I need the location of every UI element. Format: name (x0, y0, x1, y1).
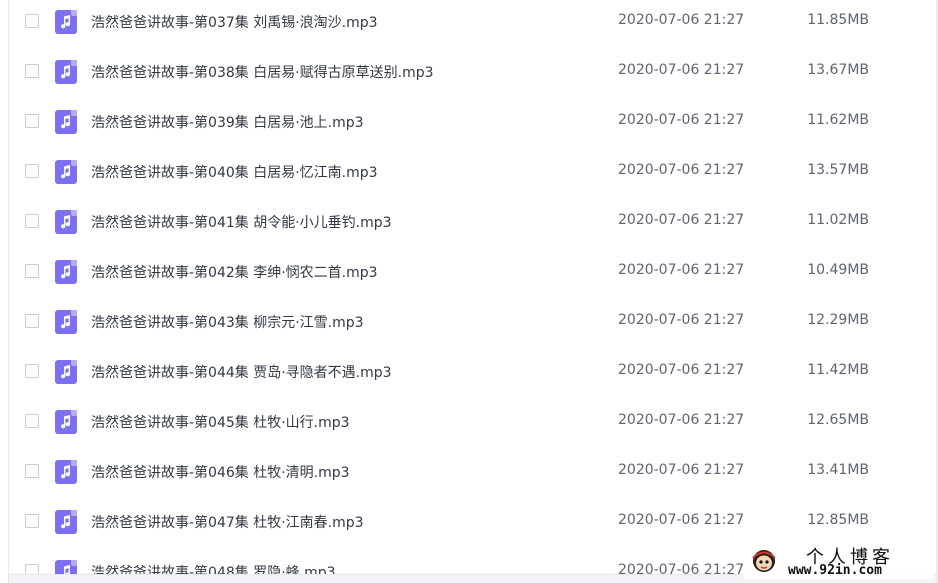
music-file-icon (55, 210, 77, 234)
file-modified-date: 2020-07-06 21:27 (618, 412, 745, 428)
row-checkbox[interactable] (25, 214, 39, 228)
music-file-icon (55, 60, 77, 84)
watermark-logo-icon (752, 550, 776, 572)
file-row[interactable]: 浩然爸爸讲故事-第047集 杜牧·江南春.mp3 2020-07-06 21:2… (9, 497, 936, 547)
music-file-icon (55, 260, 77, 284)
row-checkbox[interactable] (25, 314, 39, 328)
file-list-window: 浩然爸爸讲故事-第037集 刘禹锡·浪淘沙.mp3 2020-07-06 21:… (0, 0, 938, 583)
file-name[interactable]: 浩然爸爸讲故事-第037集 刘禹锡·浪淘沙.mp3 (91, 12, 378, 32)
file-modified-date: 2020-07-06 21:27 (618, 462, 745, 478)
file-name[interactable]: 浩然爸爸讲故事-第043集 柳宗元·江雪.mp3 (91, 312, 364, 332)
row-checkbox[interactable] (25, 364, 39, 378)
watermark-url: www.92in.com (788, 563, 882, 578)
file-size: 12.65MB (807, 412, 869, 428)
file-name[interactable]: 浩然爸爸讲故事-第046集 杜牧·清明.mp3 (91, 462, 350, 482)
music-file-icon (55, 160, 77, 184)
music-file-icon (55, 110, 77, 134)
file-modified-date: 2020-07-06 21:27 (618, 362, 745, 378)
file-size: 12.85MB (807, 512, 869, 528)
file-row[interactable]: 浩然爸爸讲故事-第046集 杜牧·清明.mp3 2020-07-06 21:27… (9, 447, 936, 497)
file-modified-date: 2020-07-06 21:27 (618, 212, 745, 228)
file-modified-date: 2020-07-06 21:27 (618, 112, 745, 128)
watermark: 个人博客 www.92in.com (744, 543, 934, 579)
file-row[interactable]: 浩然爸爸讲故事-第043集 柳宗元·江雪.mp3 2020-07-06 21:2… (9, 297, 936, 347)
music-file-icon (55, 510, 77, 534)
file-size: 13.57MB (807, 162, 869, 178)
music-file-icon (55, 310, 77, 334)
file-name[interactable]: 浩然爸爸讲故事-第038集 白居易·赋得古原草送别.mp3 (91, 62, 434, 82)
file-name[interactable]: 浩然爸爸讲故事-第047集 杜牧·江南春.mp3 (91, 512, 364, 532)
file-size: 10.49MB (807, 262, 869, 278)
file-modified-date: 2020-07-06 21:27 (618, 312, 745, 328)
file-size: 11.62MB (807, 112, 869, 128)
music-file-icon (55, 10, 77, 34)
file-size: 13.41MB (807, 462, 869, 478)
file-name[interactable]: 浩然爸爸讲故事-第039集 白居易·池上.mp3 (91, 112, 364, 132)
file-name[interactable]: 浩然爸爸讲故事-第042集 李绅·悯农二首.mp3 (91, 262, 378, 282)
row-checkbox[interactable] (25, 464, 39, 478)
row-checkbox[interactable] (25, 14, 39, 28)
row-checkbox[interactable] (25, 64, 39, 78)
file-name[interactable]: 浩然爸爸讲故事-第041集 胡令能·小儿垂钓.mp3 (91, 212, 392, 232)
file-row[interactable]: 浩然爸爸讲故事-第040集 白居易·忆江南.mp3 2020-07-06 21:… (9, 147, 936, 197)
file-row[interactable]: 浩然爸爸讲故事-第039集 白居易·池上.mp3 2020-07-06 21:2… (9, 97, 936, 147)
file-modified-date: 2020-07-06 21:27 (618, 162, 745, 178)
row-checkbox[interactable] (25, 164, 39, 178)
file-row[interactable]: 浩然爸爸讲故事-第037集 刘禹锡·浪淘沙.mp3 2020-07-06 21:… (9, 0, 936, 47)
file-row[interactable]: 浩然爸爸讲故事-第045集 杜牧·山行.mp3 2020-07-06 21:27… (9, 397, 936, 447)
file-name[interactable]: 浩然爸爸讲故事-第045集 杜牧·山行.mp3 (91, 412, 350, 432)
file-row[interactable]: 浩然爸爸讲故事-第041集 胡令能·小儿垂钓.mp3 2020-07-06 21… (9, 197, 936, 247)
file-modified-date: 2020-07-06 21:27 (618, 62, 745, 78)
row-checkbox[interactable] (25, 114, 39, 128)
file-modified-date: 2020-07-06 21:27 (618, 12, 745, 28)
file-size: 13.67MB (807, 62, 869, 78)
file-row[interactable]: 浩然爸爸讲故事-第038集 白居易·赋得古原草送别.mp3 2020-07-06… (9, 47, 936, 97)
music-file-icon (55, 410, 77, 434)
music-file-icon (55, 460, 77, 484)
row-checkbox[interactable] (25, 414, 39, 428)
file-row[interactable]: 浩然爸爸讲故事-第042集 李绅·悯农二首.mp3 2020-07-06 21:… (9, 247, 936, 297)
file-size: 12.29MB (807, 312, 869, 328)
file-list: 浩然爸爸讲故事-第037集 刘禹锡·浪淘沙.mp3 2020-07-06 21:… (9, 0, 936, 583)
file-size: 11.02MB (807, 212, 869, 228)
file-size: 11.42MB (807, 362, 869, 378)
file-name[interactable]: 浩然爸爸讲故事-第044集 贾岛·寻隐者不遇.mp3 (91, 362, 392, 382)
row-checkbox[interactable] (25, 264, 39, 278)
file-name[interactable]: 浩然爸爸讲故事-第040集 白居易·忆江南.mp3 (91, 162, 378, 182)
row-checkbox[interactable] (25, 514, 39, 528)
file-modified-date: 2020-07-06 21:27 (618, 262, 745, 278)
music-file-icon (55, 360, 77, 384)
file-modified-date: 2020-07-06 21:27 (618, 512, 745, 528)
file-size: 11.85MB (807, 12, 869, 28)
file-row[interactable]: 浩然爸爸讲故事-第044集 贾岛·寻隐者不遇.mp3 2020-07-06 21… (9, 347, 936, 397)
